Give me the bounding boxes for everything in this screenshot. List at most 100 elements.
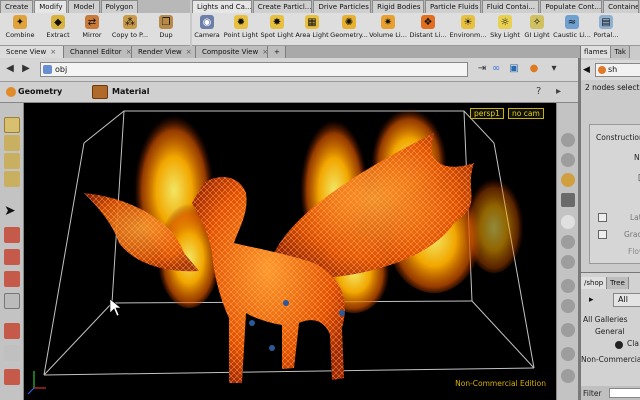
camera-icon[interactable]	[561, 193, 575, 207]
grid-icon[interactable]	[561, 255, 575, 269]
shading-mode-icon[interactable]	[561, 153, 575, 167]
handle-tool-icon[interactable]	[4, 227, 20, 243]
sculpt-tool-icon[interactable]	[4, 345, 20, 361]
shelf-tab-modify[interactable]: Modify	[34, 0, 68, 13]
add-tab-button[interactable]: +	[268, 46, 286, 58]
tool-point-light[interactable]: ✹ Point Light	[222, 13, 260, 45]
transform-tool-icon[interactable]	[4, 271, 20, 287]
points-icon[interactable]	[561, 369, 575, 383]
right-viewport-toolbar	[556, 103, 578, 400]
tab-take[interactable]: Tak	[611, 46, 630, 58]
selection-status: 2 nodes selecte	[585, 83, 640, 92]
shelf-tab-lights-cameras[interactable]: Lights and Ca...	[192, 0, 252, 13]
tool-mirror[interactable]: ⇄ Mirror	[76, 13, 108, 45]
tool-label: Point Light	[223, 31, 259, 39]
camera-menu-icon[interactable]: ▾	[548, 63, 560, 75]
move-tool-icon[interactable]	[4, 135, 20, 151]
axis-gizmo	[27, 371, 46, 395]
scale-tool-icon[interactable]	[4, 171, 20, 187]
options-arrow-icon[interactable]: ▸	[556, 86, 568, 98]
material-context[interactable]: Material	[112, 86, 149, 98]
forward-arrow-icon[interactable]: ▶	[20, 63, 32, 75]
rotate-tool-icon[interactable]	[4, 153, 20, 169]
tool-camera[interactable]: ◉ Camera	[192, 13, 222, 45]
menu-icon[interactable]: ▸	[589, 295, 601, 307]
close-icon[interactable]: ×	[126, 48, 132, 56]
ghost-icon[interactable]	[561, 215, 575, 229]
tab-render-view[interactable]: Render View ×	[132, 46, 196, 58]
tree-item-cla[interactable]: Cla	[627, 339, 639, 348]
tool-copy-to-points[interactable]: ⁂ Copy to P...	[108, 13, 152, 45]
scene-viewport[interactable]: persp1 no cam Non-Commercial Edition	[24, 103, 556, 400]
tool-volume-light[interactable]: ✷ Volume Li...	[368, 13, 408, 45]
context-toolbar: Geometry Material ? ▸	[0, 82, 580, 103]
gallery-filter-select[interactable]: All	[613, 293, 640, 307]
shelf-tab-create[interactable]: Create	[0, 0, 34, 13]
shelf-tab-populate-containers[interactable]: Populate Cont...	[540, 0, 603, 13]
arrow-pointer-icon[interactable]: ➤	[4, 203, 20, 219]
pin-icon[interactable]: ⇥	[476, 63, 488, 75]
tool-gi-light[interactable]: ✧ GI Light	[522, 13, 552, 45]
shelf-tab-drive-particles[interactable]: Drive Particles	[313, 0, 372, 13]
help-icon[interactable]: ?	[536, 86, 548, 98]
grad-checkbox[interactable]	[598, 230, 607, 239]
camera-label[interactable]: persp1	[470, 108, 504, 119]
tool-spot-light[interactable]: ✸ Spot Light	[260, 13, 294, 45]
back-arrow-icon[interactable]: ◀	[583, 65, 590, 75]
back-arrow-icon[interactable]: ◀	[4, 63, 16, 75]
tool-geometry-light[interactable]: ✺ Geometry...	[330, 13, 368, 45]
construction-label: Construction	[596, 133, 640, 142]
shelf-tab-particle-fluids[interactable]: Particle Fluids	[424, 0, 481, 13]
view-tool-icon[interactable]	[4, 369, 20, 385]
tab-scene-view[interactable]: Scene View ×	[0, 46, 64, 58]
snap-tool-icon[interactable]	[4, 293, 20, 309]
lat-checkbox[interactable]	[598, 213, 607, 222]
viewport-render	[27, 103, 535, 395]
tree-item-general[interactable]: General	[595, 327, 625, 336]
shelf-tab-rigid-bodies[interactable]: Rigid Bodies	[372, 0, 424, 13]
display-options-icon[interactable]	[561, 133, 575, 147]
tool-sky-light[interactable]: ☼ Sky Light	[488, 13, 522, 45]
tool-distant-light[interactable]: ❖ Distant Li...	[408, 13, 448, 45]
paint-tool-icon[interactable]	[4, 323, 20, 339]
select-tool-icon[interactable]	[4, 117, 20, 133]
tool-caustic-light[interactable]: ≈ Caustic Li...	[552, 13, 592, 45]
shelf-tab-create-particles[interactable]: Create Particl...	[252, 0, 313, 13]
tab-shop[interactable]: /shop	[581, 277, 608, 289]
shelf-tab-polygon[interactable]: Polygon	[100, 0, 139, 13]
normals-icon[interactable]	[561, 347, 575, 361]
tab-composite-view[interactable]: Composite View ×	[196, 46, 268, 58]
tree-item-all-galleries[interactable]: All Galleries	[583, 315, 628, 324]
template-icon[interactable]	[561, 299, 575, 313]
tool-portal-light[interactable]: ▤ Portal...	[592, 13, 620, 45]
snapshot-icon[interactable]	[561, 235, 575, 249]
backface-icon[interactable]	[561, 323, 575, 337]
visualizer-icon[interactable]	[561, 279, 575, 293]
tree-item-non-commercial[interactable]: Non-Commercial E	[581, 355, 640, 364]
close-icon[interactable]: ×	[186, 48, 192, 56]
shelf-tab-container-tools[interactable]: Container To...	[603, 0, 639, 13]
tab-channel-editor[interactable]: Channel Editor ×	[64, 46, 132, 58]
pose-tool-icon[interactable]	[4, 249, 20, 265]
tool-combine[interactable]: ✦ Combine	[0, 13, 40, 45]
link-icon[interactable]: ∞	[490, 63, 502, 75]
parameter-path-field[interactable]: sh	[595, 63, 640, 77]
shelf-tab-fluid-containers[interactable]: Fluid Contai...	[481, 0, 540, 13]
view-menu-icon[interactable]: ▣	[508, 63, 520, 75]
tab-flames[interactable]: flames	[581, 46, 612, 58]
no-cam-label[interactable]: no cam	[508, 108, 544, 119]
close-icon[interactable]: ×	[50, 48, 56, 56]
tool-duplicate[interactable]: ❐ Dup	[152, 13, 180, 45]
shelf-tab-model[interactable]: Model	[68, 0, 100, 13]
tool-extract[interactable]: ◆ Extract	[40, 13, 76, 45]
geometry-context[interactable]: Geometry	[18, 86, 62, 98]
tool-area-light[interactable]: ▦ Area Light	[294, 13, 330, 45]
tool-environment-light[interactable]: ☀ Environm...	[448, 13, 488, 45]
render-icon[interactable]: ●	[528, 63, 540, 75]
tab-tree[interactable]: Tree	[607, 277, 629, 289]
network-path-field[interactable]: obj	[40, 62, 468, 77]
environment-light-icon: ☀	[461, 15, 475, 29]
lighting-icon[interactable]	[561, 173, 575, 187]
filter-input[interactable]	[609, 388, 640, 398]
area-light-icon: ▦	[305, 15, 319, 29]
